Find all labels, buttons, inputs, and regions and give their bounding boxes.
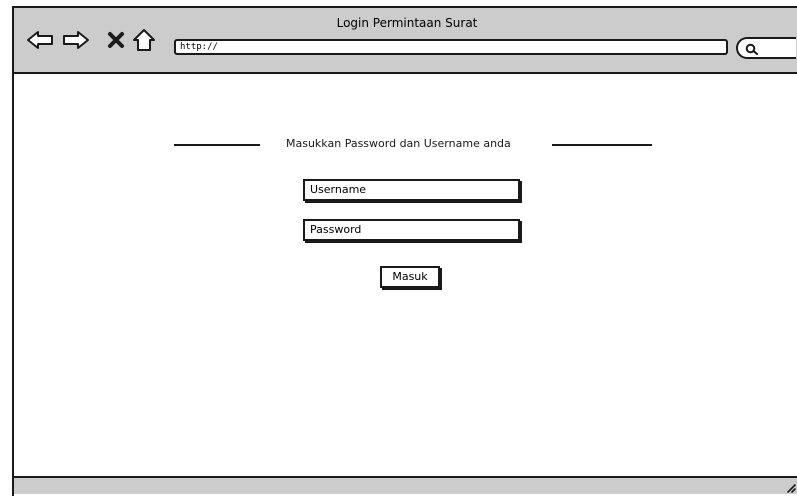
browser-toolbar: Login Permintaan Surat http://	[14, 8, 797, 74]
submit-button[interactable]: Masuk	[380, 266, 440, 288]
close-icon[interactable]	[102, 28, 130, 52]
search-icon	[745, 43, 758, 55]
search-button[interactable]	[736, 37, 796, 59]
form-heading-row: Masukkan Password dan Username anda	[14, 135, 797, 155]
forward-arrow-icon[interactable]	[62, 28, 90, 52]
url-input[interactable]: http://	[174, 39, 728, 55]
back-arrow-icon[interactable]	[26, 28, 54, 52]
form-heading: Masukkan Password dan Username anda	[286, 137, 511, 150]
status-bar	[14, 476, 797, 494]
home-icon[interactable]	[130, 28, 158, 52]
password-field[interactable]: Password	[303, 219, 520, 241]
browser-window: Login Permintaan Surat http:// Masukkan …	[0, 0, 797, 496]
browser-frame: Login Permintaan Surat http:// Masukkan …	[12, 6, 797, 496]
divider-left	[174, 144, 260, 146]
divider-right	[552, 144, 652, 146]
resize-grip-icon[interactable]	[786, 483, 796, 493]
username-field[interactable]: Username	[303, 179, 520, 201]
